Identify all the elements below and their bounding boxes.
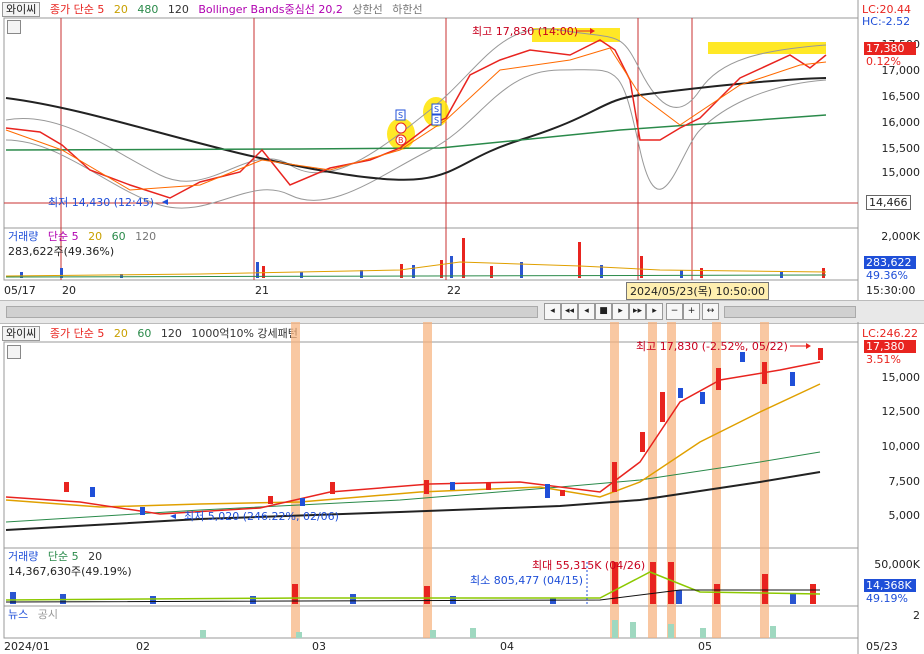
top-xlabel: 21 — [255, 284, 269, 297]
bottom-ytick: 12,500 — [881, 405, 921, 418]
step-back-icon[interactable]: ◂ — [578, 303, 595, 320]
bottom-volume-value: 14,367,630주(49.19%) — [8, 565, 132, 578]
bottom-volume-ma20: 20 — [88, 550, 103, 563]
volume-ma120: 120 — [135, 230, 157, 243]
volume-max-label: 최대 55,315K (04/26) — [532, 559, 646, 572]
zoom-fit-icon[interactable]: ↔ — [702, 303, 719, 320]
bottom-xlabel: 02 — [136, 640, 150, 653]
bottom-pct-box: 3.51% — [866, 353, 901, 366]
fast-forward-icon[interactable]: ▸▸ — [629, 303, 646, 320]
bottom-volume-title: 거래량 — [8, 550, 39, 563]
top-ytick: 15,000 — [881, 166, 921, 179]
top-high-label: 최고 17,830 (14:00) — [472, 25, 579, 38]
volume-ma5: 단순 5 — [47, 230, 79, 243]
play-icon[interactable]: ▸ — [612, 303, 629, 320]
bottom-ytick: 5,000 — [888, 509, 921, 522]
svg-text:S: S — [434, 116, 439, 125]
volume-ma20: 20 — [88, 230, 103, 243]
scroll-track[interactable] — [6, 306, 538, 318]
bottom-xlabel: 05 — [698, 640, 712, 653]
disclosure-label: 공시 — [37, 608, 58, 621]
top-xlabel: 05/17 — [4, 284, 36, 297]
news-legend: 뉴스 공시 — [8, 608, 64, 622]
top-xlabel: 22 — [447, 284, 461, 297]
bottom-volume-legend: 거래량 단순 5 20 — [8, 550, 108, 564]
chart-toolbar: ◂ ◂◂ ◂ ■ ▸ ▸▸ ▸ − + ↔ — [0, 300, 924, 324]
bottom-vol-ytick: 50,000K — [874, 558, 920, 571]
top-pct-box: 0.12% — [866, 55, 901, 68]
bottom-vol-pct: 49.19% — [866, 592, 908, 605]
bottom-xlabel: 04 — [500, 640, 514, 653]
top-volume-value: 283,622주(49.36%) — [8, 245, 115, 258]
bottom-ytick: 15,000 — [881, 371, 921, 384]
top-ytick: 16,500 — [881, 90, 921, 103]
bottom-ytick: 7,500 — [888, 475, 921, 488]
top-time-right: 15:30:00 — [866, 284, 916, 297]
svg-text:S: S — [398, 111, 403, 120]
bottom-high-label: 최고 17,830 (-2.52%, 05/22) — [636, 340, 788, 353]
top-vol-ytick: 2,000K — [881, 230, 920, 243]
svg-text:B: B — [398, 136, 404, 145]
svg-text:S: S — [434, 105, 439, 114]
bottom-xlabel-right: 05/23 — [866, 640, 898, 653]
top-ytick: 16,000 — [881, 116, 921, 129]
bottom-volume-ma5: 단순 5 — [47, 550, 79, 563]
rewind-icon[interactable]: ◂◂ — [561, 303, 578, 320]
bottom-chart-svg — [3, 322, 859, 654]
top-xlabel: 20 — [62, 284, 76, 297]
top-low-label: 최저 14,430 (12:45) — [48, 196, 155, 209]
top-volume-legend: 거래량 단순 5 20 60 120 — [8, 230, 162, 244]
bottom-price-box: 17,380 — [864, 340, 916, 353]
zoom-slider[interactable] — [724, 306, 856, 318]
crosshair-time-box: 2024/05/23(목) 10:50:00 — [626, 282, 770, 300]
volume-min-label: 최소 805,477 (04/15) — [470, 574, 584, 587]
bottom-xlabel: 2024/01 — [4, 640, 50, 653]
top-ref-box: 14,466 — [866, 195, 911, 210]
stop-icon[interactable]: ■ — [595, 303, 612, 320]
scroll-left-end-icon[interactable]: ◂ — [544, 303, 561, 320]
top-ytick: 15,500 — [881, 142, 921, 155]
top-vol-pct: 49.36% — [866, 269, 908, 282]
top-vol-box: 283,622 — [864, 256, 916, 269]
volume-title: 거래량 — [8, 230, 39, 243]
scroll-right-end-icon[interactable]: ▸ — [646, 303, 663, 320]
zoom-in-icon[interactable]: + — [683, 303, 700, 320]
zoom-out-icon[interactable]: − — [666, 303, 683, 320]
bottom-xlabel: 03 — [312, 640, 326, 653]
top-price-box: 17,380 — [864, 42, 916, 55]
news-label: 뉴스 — [8, 608, 29, 621]
volume-ma60: 60 — [111, 230, 126, 243]
news-ytick: 2 — [913, 609, 920, 622]
bottom-vol-box: 14,368K — [864, 579, 916, 592]
bottom-low-label: 최저 5,020 (246.22%, 02/06) — [184, 510, 339, 523]
top-chart-svg: S B S S — [3, 0, 859, 300]
bottom-ytick: 10,000 — [881, 440, 921, 453]
